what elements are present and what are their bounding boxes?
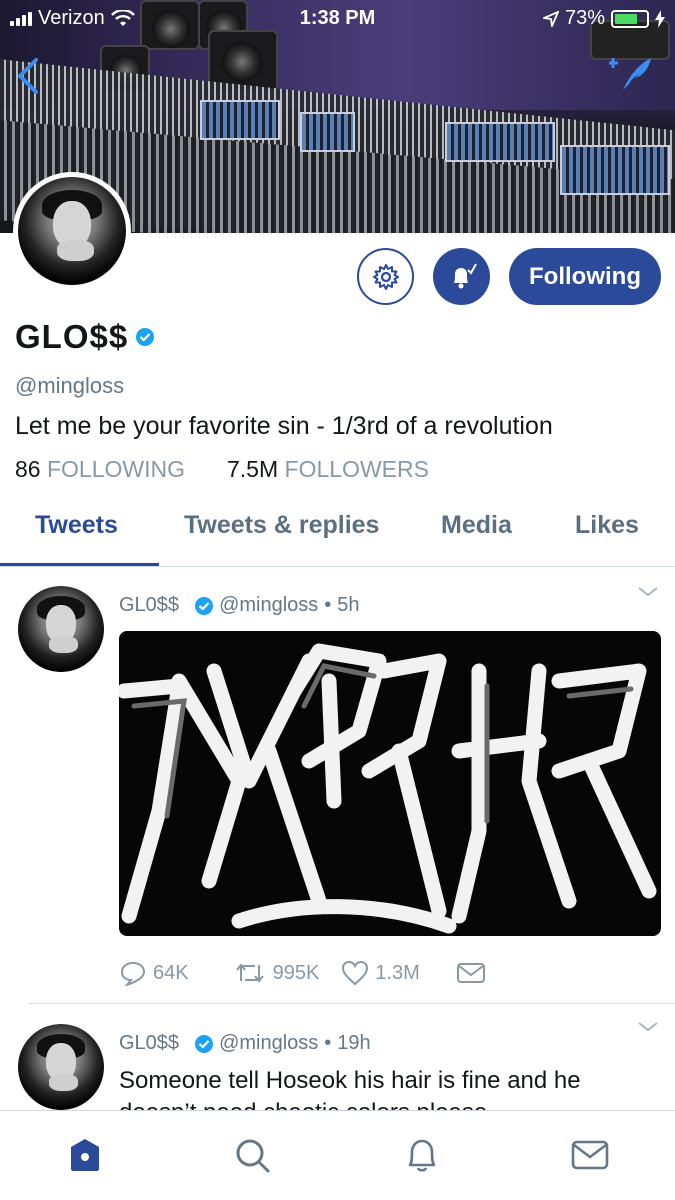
following-label: FOLLOWING xyxy=(46,456,185,482)
follow-counts: 86 FOLLOWING 7.5M FOLLOWERS xyxy=(15,456,429,483)
tab-likes[interactable]: Likes xyxy=(575,511,639,540)
verified-badge-icon xyxy=(195,596,214,615)
profile-bio: Let me be your favorite sin - 1/3rd of a… xyxy=(15,412,553,440)
followers-count: 7.5M xyxy=(227,456,279,482)
tab-media[interactable]: Media xyxy=(441,511,512,540)
notifications-toggle-button[interactable] xyxy=(433,248,490,305)
tweet-divider xyxy=(28,1003,675,1004)
profile-handle: @mingloss xyxy=(15,373,125,398)
tweet-author-name[interactable]: GL0$$ xyxy=(119,594,179,617)
retweet-icon xyxy=(235,963,264,983)
tweet-author-name[interactable]: GL0$$ xyxy=(119,1032,179,1055)
settings-button[interactable] xyxy=(357,248,414,305)
back-arrow-icon[interactable] xyxy=(12,56,42,96)
following-button[interactable]: Following xyxy=(509,248,661,305)
tweet-separator: • xyxy=(324,594,332,616)
tab-tweets-replies[interactable]: Tweets & replies xyxy=(184,511,379,540)
bottom-tab-bar xyxy=(0,1110,675,1200)
banner-meters xyxy=(300,112,355,152)
banner-meters xyxy=(560,145,670,195)
tweet-image[interactable] xyxy=(119,631,661,936)
like-count: 1.3M xyxy=(375,961,420,984)
retweet-action[interactable]: 995K xyxy=(233,961,320,985)
charging-icon xyxy=(655,9,665,28)
tweet-header: GL0$$ @mingloss • 5h xyxy=(119,594,360,617)
status-right: 73% xyxy=(542,7,665,30)
tweet-header: GL0$$ @mingloss • 19h xyxy=(119,1032,371,1055)
home-icon[interactable] xyxy=(65,1135,105,1175)
followers-label: FOLLOWERS xyxy=(284,456,429,482)
reply-action[interactable]: 64K xyxy=(119,960,189,986)
tweet-time[interactable]: 19h xyxy=(337,1032,370,1055)
following-count-link[interactable]: 86 FOLLOWING xyxy=(15,456,185,483)
envelope-icon xyxy=(456,963,485,983)
banner-meters xyxy=(200,100,280,140)
banner-meters xyxy=(445,122,555,162)
profile-avatar[interactable] xyxy=(13,172,131,290)
graffiti-image xyxy=(119,643,657,934)
reply-count: 64K xyxy=(153,961,189,984)
profile-name: GLO$$ xyxy=(15,318,129,355)
status-bar: Verizon 1:38 PM 73% xyxy=(0,0,675,38)
tweet-avatar[interactable] xyxy=(18,586,104,672)
tweet-actions: 64K 995K 1.3M xyxy=(119,960,486,986)
direct-message-action[interactable] xyxy=(456,961,486,985)
gear-icon xyxy=(372,263,399,290)
compose-tweet-icon[interactable] xyxy=(609,54,653,94)
search-icon[interactable] xyxy=(232,1135,272,1175)
notifications-bell-icon[interactable] xyxy=(402,1135,442,1175)
tweet-avatar[interactable] xyxy=(18,1024,104,1110)
location-arrow-icon xyxy=(542,10,559,27)
verified-badge-icon xyxy=(195,1034,214,1053)
chevron-down-icon[interactable] xyxy=(637,1020,659,1034)
retweet-count: 995K xyxy=(272,961,320,984)
like-action[interactable]: 1.3M xyxy=(341,960,420,986)
chevron-down-icon[interactable] xyxy=(637,585,659,599)
tweet-author-handle[interactable]: @mingloss xyxy=(219,1032,318,1055)
followers-count-link[interactable]: 7.5M FOLLOWERS xyxy=(227,456,429,483)
bell-check-icon xyxy=(453,263,477,288)
profile-tabs: Tweets Tweets & replies Media Likes xyxy=(0,495,675,567)
tweet-separator: • xyxy=(324,1032,332,1054)
messages-envelope-icon[interactable] xyxy=(570,1135,610,1175)
following-count: 86 xyxy=(15,456,41,482)
tab-tweets[interactable]: Tweets xyxy=(35,511,118,540)
profile-name-row: GLO$$ xyxy=(15,318,155,356)
heart-icon xyxy=(342,960,369,986)
battery-icon xyxy=(611,9,649,28)
reply-icon xyxy=(120,961,146,986)
battery-percent: 73% xyxy=(564,7,605,29)
tweet-time[interactable]: 5h xyxy=(337,594,359,617)
tweet-author-handle[interactable]: @mingloss xyxy=(219,594,318,617)
verified-badge-icon xyxy=(136,328,155,346)
active-tab-indicator xyxy=(0,563,159,566)
